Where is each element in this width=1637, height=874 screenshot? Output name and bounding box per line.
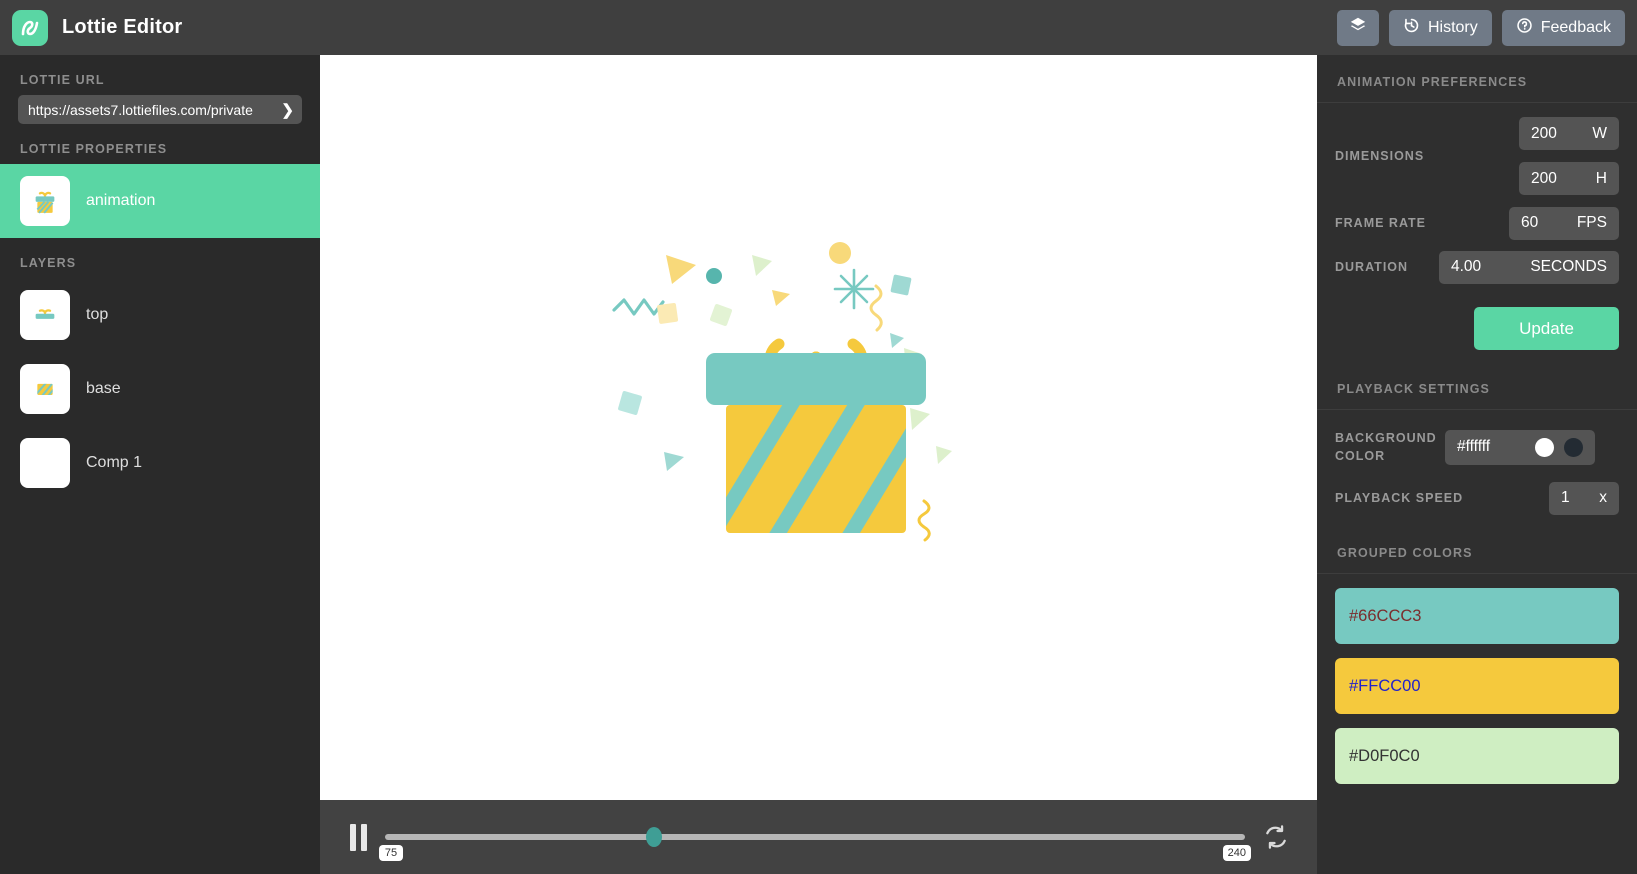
feedback-button-label: Feedback — [1540, 18, 1611, 36]
background-color-row: BACKGROUND COLOR #ffffff — [1335, 418, 1619, 476]
lottie-url-label: LOTTIE URL — [20, 73, 105, 87]
app-title: Lottie Editor — [62, 16, 183, 38]
duration-unit: SECONDS — [1530, 258, 1607, 275]
height-value: 200 — [1531, 169, 1557, 187]
playback-bar: 75 240 — [320, 800, 1317, 874]
property-item-label: animation — [86, 192, 156, 209]
question-circle-icon — [1516, 17, 1533, 39]
chevron-right-icon[interactable]: ❯ — [281, 101, 294, 119]
color-chip[interactable]: #D0F0C0 — [1335, 728, 1619, 784]
animation-preferences-label: ANIMATION PREFERENCES — [1317, 55, 1637, 103]
history-button[interactable]: History — [1388, 9, 1492, 46]
update-button[interactable]: Update — [1474, 307, 1619, 350]
swatch-dark[interactable] — [1564, 437, 1583, 457]
gift-base-icon — [20, 364, 70, 414]
timeline-handle[interactable] — [646, 827, 663, 847]
swatch-light[interactable] — [1535, 437, 1554, 457]
editor-body: LOTTIE URL https://assets7.lottiefiles.c… — [0, 55, 1637, 874]
pause-icon[interactable] — [350, 823, 367, 851]
color-chip[interactable]: #FFCC00 — [1335, 658, 1619, 714]
top-bar: Lottie Editor History Feedback — [0, 0, 1637, 55]
height-input[interactable]: 200 H — [1519, 162, 1619, 195]
duration-input[interactable]: 4.00 SECONDS — [1439, 250, 1619, 284]
layer-item-label: base — [86, 380, 121, 397]
height-unit: H — [1595, 169, 1607, 187]
duration-label: DURATION — [1335, 259, 1409, 274]
total-frames-badge: 240 — [1222, 845, 1251, 861]
layers-button[interactable] — [1336, 9, 1379, 46]
grouped-colors-body: #66CCC3 #FFCC00 #D0F0C0 — [1317, 574, 1637, 798]
canvas-area: 75 240 — [320, 55, 1317, 874]
layers-icon — [1349, 16, 1367, 39]
left-sidebar: LOTTIE URL https://assets7.lottiefiles.c… — [0, 55, 320, 874]
clock-history-icon — [1403, 17, 1420, 39]
playback-speed-row: PLAYBACK SPEED 1 x — [1335, 476, 1619, 520]
playback-speed-unit: x — [1599, 489, 1607, 506]
dimensions-label: DIMENSIONS — [1335, 148, 1425, 163]
lottie-url-value: https://assets7.lottiefiles.com/private — [28, 101, 253, 118]
color-chip[interactable]: #66CCC3 — [1335, 588, 1619, 644]
frame-rate-label: FRAME RATE — [1335, 215, 1427, 230]
playback-settings-body: BACKGROUND COLOR #ffffff PLAYBACK SPEED … — [1317, 410, 1637, 520]
loop-icon[interactable] — [1263, 824, 1289, 850]
lottie-url-input[interactable]: https://assets7.lottiefiles.com/private … — [18, 95, 302, 124]
background-color-value: #ffffff — [1457, 438, 1491, 455]
current-frame-badge: 75 — [379, 845, 403, 861]
lottie-properties-label: LOTTIE PROPERTIES — [20, 142, 168, 156]
gift-lid-icon — [20, 290, 70, 340]
animation-canvas[interactable] — [320, 55, 1317, 800]
history-button-label: History — [1427, 18, 1478, 36]
feedback-button[interactable]: Feedback — [1501, 9, 1625, 46]
playback-speed-value: 1 — [1561, 489, 1570, 506]
timeline-track[interactable] — [385, 827, 1245, 847]
blank-icon — [20, 438, 70, 488]
playback-settings-label: PLAYBACK SETTINGS — [1317, 362, 1637, 410]
background-color-input[interactable]: #ffffff — [1445, 429, 1595, 465]
property-item-animation[interactable]: animation — [0, 164, 320, 238]
grouped-colors-label: GROUPED COLORS — [1317, 526, 1637, 574]
layer-item-label: top — [86, 306, 109, 323]
toolbar-actions: History Feedback — [1336, 9, 1625, 46]
gift-box-with-confetti-artwork — [611, 241, 952, 541]
width-value: 200 — [1531, 124, 1557, 142]
layers-label: LAYERS — [20, 256, 77, 270]
background-color-label: BACKGROUND COLOR — [1335, 430, 1437, 463]
animation-preferences-body: DIMENSIONS 200 W 200 H FRAME RATE 60 FPS… — [1317, 103, 1637, 354]
timeline-slider[interactable]: 75 240 — [379, 817, 1251, 861]
layer-item-base[interactable]: base — [0, 352, 320, 426]
gift-box-icon — [20, 176, 70, 226]
layer-item-top[interactable]: top — [0, 278, 320, 352]
layer-item-label: Comp 1 — [86, 454, 143, 471]
dimensions-row: DIMENSIONS 200 W 200 H — [1335, 111, 1619, 201]
duration-row: DURATION 4.00 SECONDS — [1335, 245, 1619, 289]
duration-value: 4.00 — [1451, 258, 1482, 275]
playback-speed-label: PLAYBACK SPEED — [1335, 490, 1464, 505]
frame-rate-row: FRAME RATE 60 FPS — [1335, 201, 1619, 245]
brand: Lottie Editor — [12, 9, 183, 46]
frame-rate-unit: FPS — [1576, 214, 1607, 231]
layer-item-comp-1[interactable]: Comp 1 — [0, 426, 320, 500]
right-panel: ANIMATION PREFERENCES DIMENSIONS 200 W 2… — [1317, 55, 1637, 874]
lottie-editor-app: Lottie Editor History Feedback LOTTIE UR… — [0, 0, 1637, 874]
playback-speed-input[interactable]: 1 x — [1549, 481, 1619, 515]
width-input[interactable]: 200 W — [1519, 117, 1619, 150]
lottie-curve-logo-icon — [12, 9, 48, 46]
dimensions-fields: 200 W 200 H — [1519, 111, 1619, 201]
frame-rate-input[interactable]: 60 FPS — [1509, 206, 1619, 240]
width-unit: W — [1592, 124, 1607, 142]
frame-rate-value: 60 — [1521, 214, 1539, 231]
